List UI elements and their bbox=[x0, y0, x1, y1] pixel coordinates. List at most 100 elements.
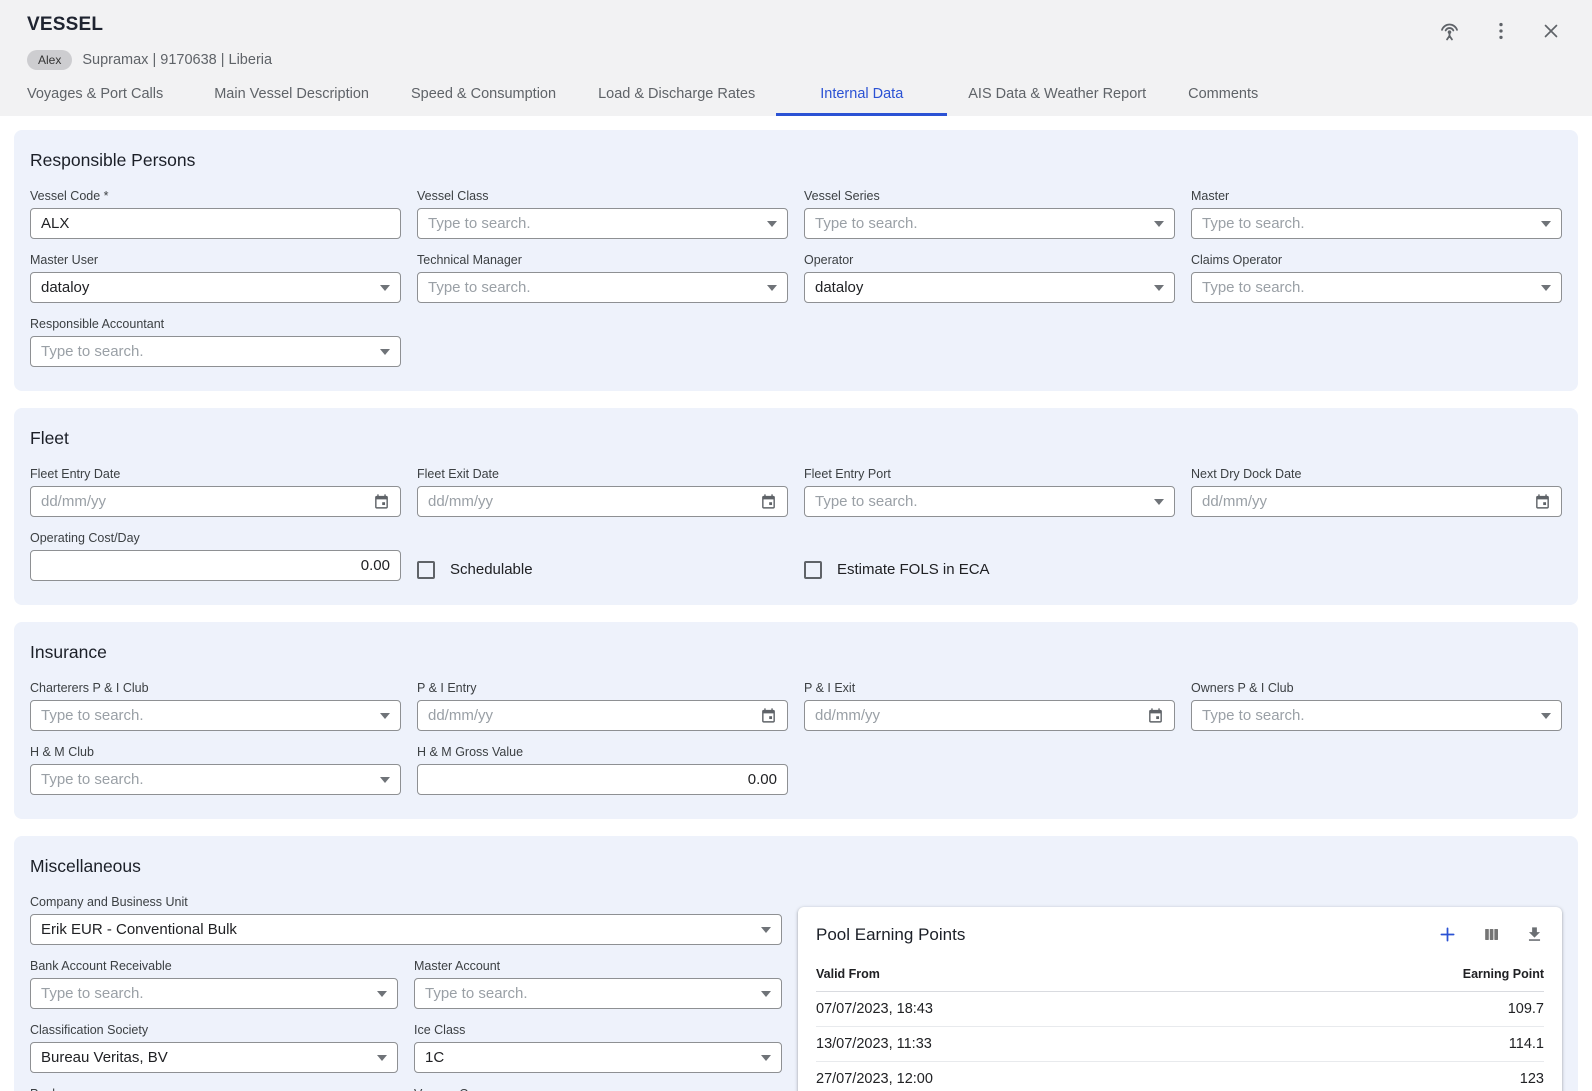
technical-manager-select[interactable]: Type to search. bbox=[417, 272, 788, 303]
vessel-code-input[interactable] bbox=[30, 208, 401, 239]
number-text[interactable] bbox=[41, 557, 390, 574]
claims-operator-select[interactable]: Type to search. bbox=[1191, 272, 1562, 303]
next-dry-dock-date-input[interactable] bbox=[1191, 486, 1562, 517]
field-ice-class: Ice Class 1C bbox=[414, 1023, 782, 1073]
field-pi-entry: P & I Entry bbox=[417, 681, 788, 731]
pool-earning-points-card: Pool Earning Points bbox=[798, 907, 1562, 1091]
calendar-icon[interactable] bbox=[760, 493, 777, 510]
field-label: Charterers P & I Club bbox=[30, 681, 401, 695]
tab-main-vessel-description[interactable]: Main Vessel Description bbox=[193, 73, 390, 116]
field-label: Next Dry Dock Date bbox=[1191, 467, 1562, 481]
hm-gross-value-input[interactable] bbox=[417, 764, 788, 795]
tab-comments[interactable]: Comments bbox=[1167, 73, 1279, 116]
field-charterers-pi-club: Charterers P & I Club Type to search. bbox=[30, 681, 401, 731]
calendar-icon[interactable] bbox=[760, 707, 777, 724]
vessel-subtitle: Supramax | 9170638 | Liberia bbox=[82, 52, 272, 68]
master-account-select[interactable]: Type to search. bbox=[414, 978, 782, 1009]
tab-internal-data[interactable]: Internal Data bbox=[776, 73, 947, 116]
date-text[interactable] bbox=[428, 707, 752, 724]
table-row[interactable]: 07/07/2023, 18:43 109.7 bbox=[816, 992, 1544, 1027]
chevron-down-icon bbox=[1154, 499, 1164, 505]
field-vessel-series: Vessel Series Type to search. bbox=[804, 189, 1175, 239]
schedulable-checkbox[interactable] bbox=[417, 561, 435, 579]
valid-from-cell: 13/07/2023, 11:33 bbox=[816, 1036, 932, 1052]
operating-cost-day-input[interactable] bbox=[30, 550, 401, 581]
responsible-accountant-select[interactable]: Type to search. bbox=[30, 336, 401, 367]
field-label: P & I Exit bbox=[804, 681, 1175, 695]
field-label: Vessel Code * bbox=[30, 189, 401, 203]
fleet-entry-port-select[interactable]: Type to search. bbox=[804, 486, 1175, 517]
field-label: Vessel Series bbox=[804, 189, 1175, 203]
kebab-menu-icon[interactable] bbox=[1490, 20, 1512, 42]
table-row[interactable]: 13/07/2023, 11:33 114.1 bbox=[816, 1027, 1544, 1062]
bank-account-receivable-select[interactable]: Type to search. bbox=[30, 978, 398, 1009]
tab-bar: Voyages & Port Calls Main Vessel Descrip… bbox=[27, 73, 1576, 116]
date-text[interactable] bbox=[428, 493, 752, 510]
tab-load-discharge-rates[interactable]: Load & Discharge Rates bbox=[577, 73, 776, 116]
calendar-icon[interactable] bbox=[1534, 493, 1551, 510]
section-title: Responsible Persons bbox=[30, 150, 1562, 171]
owners-pi-club-select[interactable]: Type to search. bbox=[1191, 700, 1562, 731]
field-operator: Operator dataloy bbox=[804, 253, 1175, 303]
view-columns-icon[interactable] bbox=[1482, 925, 1501, 944]
operator-select[interactable]: dataloy bbox=[804, 272, 1175, 303]
table-row[interactable]: 27/07/2023, 12:00 123 bbox=[816, 1062, 1544, 1091]
field-schedulable: Schedulable bbox=[417, 531, 788, 581]
master-user-select[interactable]: dataloy bbox=[30, 272, 401, 303]
company-business-unit-select[interactable]: Erik EUR - Conventional Bulk bbox=[30, 914, 782, 945]
classification-society-select[interactable]: Bureau Veritas, BV bbox=[30, 1042, 398, 1073]
field-label: Fleet Entry Date bbox=[30, 467, 401, 481]
field-voyage-currency: Voyage Currency Type to search. bbox=[414, 1087, 782, 1091]
field-label: Bank Account Receivable bbox=[30, 959, 398, 973]
section-title: Insurance bbox=[30, 642, 1562, 663]
add-icon[interactable] bbox=[1437, 924, 1458, 945]
field-claims-operator: Claims Operator Type to search. bbox=[1191, 253, 1562, 303]
field-company-business-unit: Company and Business Unit Erik EUR - Con… bbox=[30, 895, 782, 945]
wifi-tethering-icon[interactable] bbox=[1437, 18, 1462, 43]
chevron-down-icon bbox=[1541, 285, 1551, 291]
field-fleet-entry-port: Fleet Entry Port Type to search. bbox=[804, 467, 1175, 517]
select-placeholder: Type to search. bbox=[428, 215, 759, 232]
field-label: Fleet Exit Date bbox=[417, 467, 788, 481]
field-bank-account-receivable: Bank Account Receivable Type to search. bbox=[30, 959, 398, 1009]
date-text[interactable] bbox=[1202, 493, 1526, 510]
select-value: Erik EUR - Conventional Bulk bbox=[41, 921, 753, 938]
master-select[interactable]: Type to search. bbox=[1191, 208, 1562, 239]
section-responsible-persons: Responsible Persons Vessel Code * Vessel… bbox=[14, 130, 1578, 391]
section-insurance: Insurance Charterers P & I Club Type to … bbox=[14, 622, 1578, 819]
select-placeholder: Type to search. bbox=[41, 343, 372, 360]
tab-voyages-port-calls[interactable]: Voyages & Port Calls bbox=[27, 73, 193, 116]
charterers-pi-club-select[interactable]: Type to search. bbox=[30, 700, 401, 731]
close-icon[interactable] bbox=[1540, 20, 1562, 42]
field-label: H & M Gross Value bbox=[417, 745, 788, 759]
calendar-icon[interactable] bbox=[373, 493, 390, 510]
chevron-down-icon bbox=[380, 349, 390, 355]
field-label: Master User bbox=[30, 253, 401, 267]
calendar-icon[interactable] bbox=[1147, 707, 1164, 724]
field-classification-society: Classification Society Bureau Veritas, B… bbox=[30, 1023, 398, 1073]
pi-exit-date-input[interactable] bbox=[804, 700, 1175, 731]
pool-earning-points-title: Pool Earning Points bbox=[816, 925, 965, 945]
pi-entry-date-input[interactable] bbox=[417, 700, 788, 731]
checkbox-label: Schedulable bbox=[450, 561, 533, 578]
ice-class-select[interactable]: 1C bbox=[414, 1042, 782, 1073]
field-vessel-code: Vessel Code * bbox=[30, 189, 401, 239]
field-label: Claims Operator bbox=[1191, 253, 1562, 267]
select-placeholder: Type to search. bbox=[425, 985, 753, 1002]
vessel-class-select[interactable]: Type to search. bbox=[417, 208, 788, 239]
fleet-entry-date-input[interactable] bbox=[30, 486, 401, 517]
chevron-down-icon bbox=[377, 1055, 387, 1061]
number-text[interactable] bbox=[428, 771, 777, 788]
fleet-exit-date-input[interactable] bbox=[417, 486, 788, 517]
tab-speed-consumption[interactable]: Speed & Consumption bbox=[390, 73, 577, 116]
date-text[interactable] bbox=[41, 493, 365, 510]
date-text[interactable] bbox=[815, 707, 1139, 724]
estimate-fols-checkbox[interactable] bbox=[804, 561, 822, 579]
hm-club-select[interactable]: Type to search. bbox=[30, 764, 401, 795]
vessel-series-select[interactable]: Type to search. bbox=[804, 208, 1175, 239]
field-label: Responsible Accountant bbox=[30, 317, 401, 331]
download-icon[interactable] bbox=[1525, 925, 1544, 944]
vessel-code-text[interactable] bbox=[41, 215, 390, 232]
tab-ais-data-weather-report[interactable]: AIS Data & Weather Report bbox=[947, 73, 1167, 116]
chevron-down-icon bbox=[767, 285, 777, 291]
